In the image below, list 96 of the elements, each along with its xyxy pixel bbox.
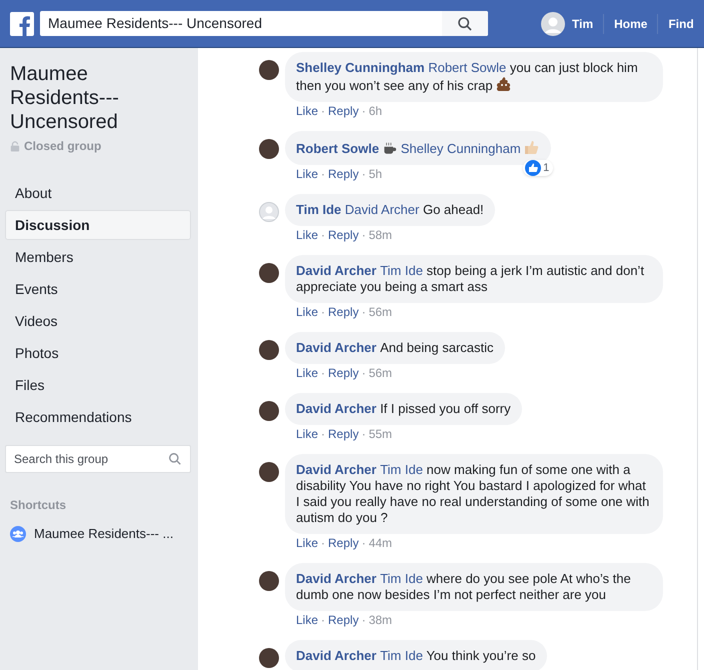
lock-icon	[10, 140, 20, 152]
mention-link[interactable]: David Archer	[344, 202, 423, 217]
avatar-photo	[259, 60, 279, 80]
avatar-photo	[259, 139, 279, 159]
comment-action-link[interactable]: Like	[296, 366, 318, 380]
separator-dot: ·	[362, 305, 366, 319]
sidebar-item[interactable]: Discussion	[5, 210, 191, 240]
separator-dot: ·	[321, 613, 326, 627]
separator-dot: ·	[321, 228, 326, 242]
group-title[interactable]: Maumee Residents--- Uncensored	[5, 62, 191, 134]
nav-link[interactable]: Home	[603, 14, 658, 34]
sidebar-item[interactable]: Events	[5, 274, 191, 304]
search-field[interactable]: Maumee Residents--- Uncensored	[40, 11, 488, 36]
separator-dot: ·	[321, 104, 326, 118]
avatar-photo	[259, 401, 279, 421]
separator-dot: ·	[362, 366, 366, 380]
separator-dot: ·	[321, 366, 326, 380]
comment-text: David Archer And being sarcastic	[285, 332, 505, 364]
avatar-silhouette	[259, 202, 279, 222]
avatar-photo	[259, 462, 279, 482]
comment-author[interactable]: David Archer	[296, 340, 380, 355]
mention-link[interactable]: Tim Ide	[380, 571, 427, 586]
mention-link[interactable]: Tim Ide	[380, 263, 427, 278]
comment-action-link[interactable]: Like	[296, 305, 318, 319]
comment-text: David Archer If I pissed you off sorry	[285, 393, 522, 425]
sidebar-item[interactable]: Videos	[5, 306, 191, 336]
comment-action-link[interactable]: Reply	[328, 536, 359, 550]
comment-action-link[interactable]: Reply	[328, 366, 359, 380]
separator-dot: ·	[321, 167, 326, 181]
section-heading: Shortcuts	[9, 497, 68, 514]
comment-action-link[interactable]: Reply	[328, 104, 359, 118]
comment-author[interactable]: Shelley Cunningham	[296, 60, 428, 75]
comment-action-link[interactable]: Reply	[328, 228, 359, 242]
sidebar-item[interactable]: Files	[5, 370, 191, 400]
thumbs-up-emoji-icon	[524, 139, 540, 155]
sidebar-item[interactable]: About	[5, 178, 191, 208]
comment-action-link[interactable]: Like	[296, 228, 318, 242]
privacy-label: Closed group	[24, 138, 102, 155]
separator-dot: ·	[321, 305, 326, 319]
avatar-photo	[259, 340, 279, 360]
comment-text: Shelley Cunningham Robert Sowle you can just block him then you won’t see any of his crap	[285, 52, 663, 102]
comment-action-link[interactable]: Like	[296, 167, 318, 181]
comment-action-link[interactable]: Reply	[328, 427, 359, 441]
separator-dot: ·	[321, 536, 326, 550]
comment-action-link[interactable]: Reply	[328, 613, 359, 627]
comment-text: David Archer Tim Ide stop being a jerk I’m autistic and don’t appreciate you being a smart ass	[285, 255, 663, 303]
search-icon	[457, 16, 473, 32]
comment-author[interactable]: David Archer	[296, 462, 380, 477]
mention-link[interactable]: Shelley Cunningham	[400, 141, 524, 156]
comment-author[interactable]: David Archer	[296, 401, 380, 416]
coffee-cup-icon	[382, 141, 397, 155]
comment-action-link[interactable]: Like	[296, 613, 318, 627]
separator-dot: ·	[362, 536, 366, 550]
separator-dot: ·	[362, 167, 366, 181]
profile-link[interactable]: Tim	[541, 12, 604, 36]
avatar-photo	[259, 648, 279, 668]
separator-dot: ·	[362, 427, 366, 441]
comment-action-link[interactable]: Like	[296, 427, 318, 441]
comment-text: Tim Ide David Archer Go ahead!	[285, 194, 495, 226]
nav-link[interactable]: Find	[657, 14, 704, 34]
comment-text: David Archer Tim Ide now making fun of some one with a disability You have no right You bastard I apologized for what I said you really have no real understanding of some one with autism do you ?	[285, 454, 663, 534]
comment-action-link[interactable]: Reply	[328, 167, 359, 181]
reaction-badge[interactable]: 1	[523, 160, 554, 176]
mention-link[interactable]: Tim Ide	[380, 648, 426, 663]
mention-link[interactable]: Tim Ide	[380, 462, 427, 477]
avatar-photo	[259, 263, 279, 283]
comment-author[interactable]: David Archer	[296, 571, 380, 586]
comment-text: David Archer Tim Ide where do you see pole At who’s the dumb one now besides I’m not perfect neither are you	[285, 563, 663, 611]
comment-author[interactable]: David Archer	[296, 648, 380, 663]
shortcut-item[interactable]: Maumee Residents--- ...	[5, 524, 191, 544]
facebook-logo-icon[interactable]	[10, 12, 34, 36]
sidebar-item[interactable]: Recommendations	[5, 402, 191, 432]
avatar-silhouette	[541, 12, 565, 36]
group-icon	[10, 526, 26, 542]
comment-author[interactable]: Tim Ide	[296, 202, 345, 217]
search-button[interactable]	[442, 11, 488, 36]
comment-action-link[interactable]: Like	[296, 104, 318, 118]
sidebar-item[interactable]: Members	[5, 242, 191, 272]
comment-text: David Archer Tim Ide You think you’re so	[285, 640, 547, 670]
mention-link[interactable]: Robert Sowle	[428, 60, 510, 75]
comment-author[interactable]: David Archer	[296, 263, 380, 278]
sidebar-item[interactable]: Photos	[5, 338, 191, 368]
search-field[interactable]: Search this group	[5, 445, 191, 473]
separator-dot: ·	[362, 104, 366, 118]
separator-dot: ·	[362, 613, 366, 627]
separator-dot: ·	[362, 228, 366, 242]
search-icon	[168, 452, 182, 466]
like-icon	[525, 160, 542, 176]
reaction-count: 1	[543, 160, 550, 176]
poop-emoji-icon	[496, 76, 512, 92]
comment-action-link[interactable]: Like	[296, 536, 318, 550]
search-input[interactable]: Search this group	[14, 450, 168, 468]
separator-dot: ·	[321, 427, 326, 441]
avatar-photo	[259, 571, 279, 591]
comment-author[interactable]: Robert Sowle	[296, 141, 383, 156]
comment-action-link[interactable]: Reply	[328, 305, 359, 319]
